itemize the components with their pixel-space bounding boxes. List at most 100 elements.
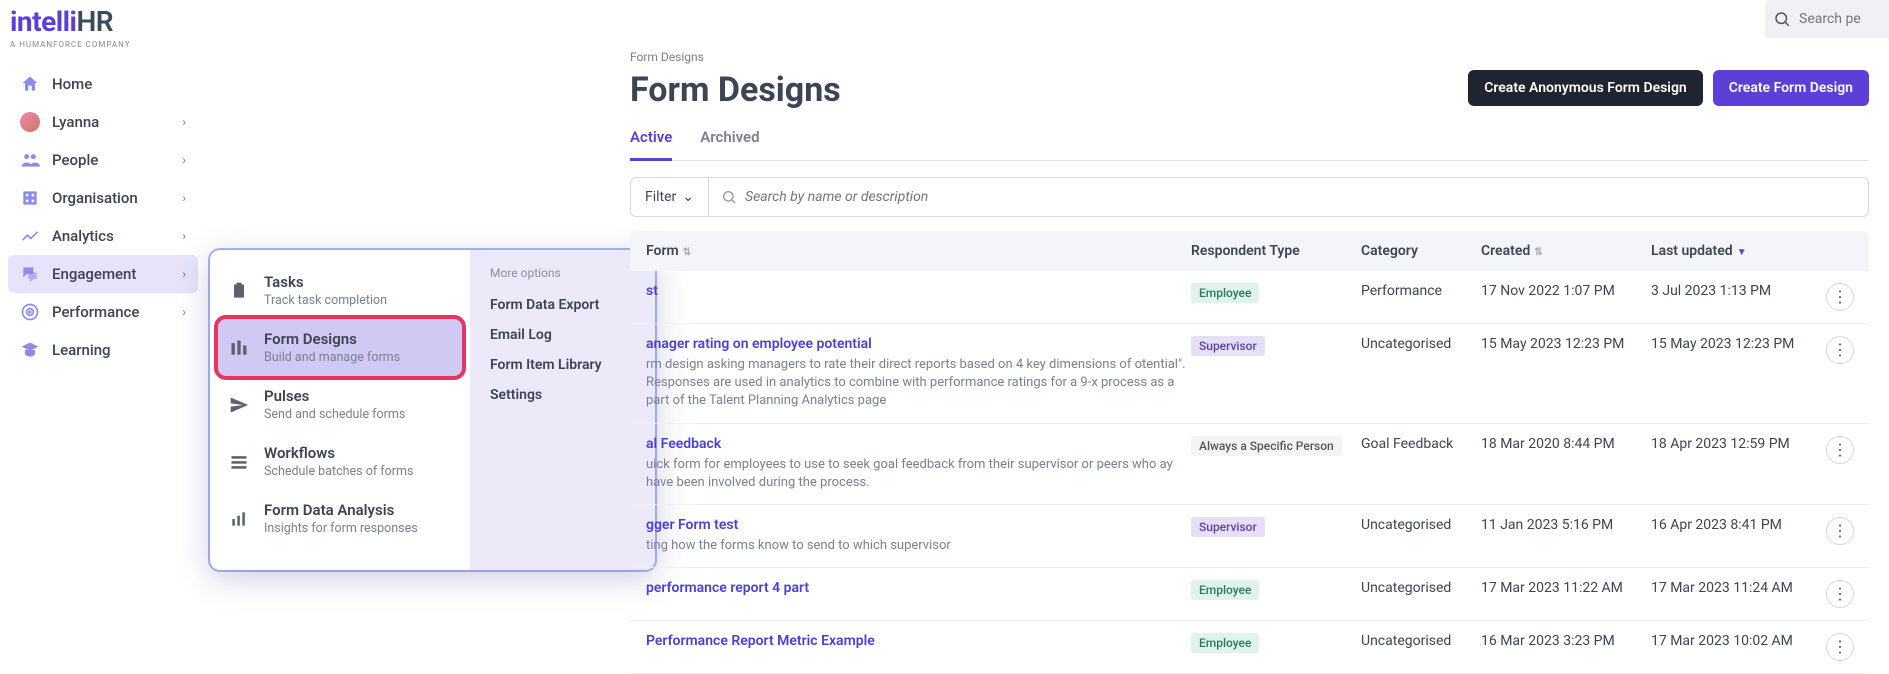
- workflow-icon: [228, 451, 250, 473]
- updated-cell: 18 Apr 2023 12:59 PM: [1651, 436, 1826, 452]
- respondent-badge: Employee: [1191, 283, 1259, 303]
- sidebar-item-performance[interactable]: Performance ›: [8, 293, 198, 331]
- send-icon: [228, 394, 250, 416]
- created-cell: 18 Mar 2020 8:44 PM: [1481, 436, 1651, 452]
- form-link[interactable]: anager rating on employee potential: [646, 336, 1191, 352]
- category-cell: Uncategorised: [1361, 633, 1481, 649]
- chevron-right-icon: ›: [182, 229, 186, 243]
- col-updated[interactable]: Last updated: [1651, 243, 1733, 259]
- row-actions-button[interactable]: ⋮: [1826, 336, 1854, 364]
- created-cell: 15 May 2023 12:23 PM: [1481, 336, 1651, 352]
- category-cell: Goal Feedback: [1361, 436, 1481, 452]
- flyout-link-form-data-export[interactable]: Form Data Export: [490, 290, 635, 320]
- engagement-flyout: TasksTrack task completionForm DesignsBu…: [210, 250, 655, 570]
- logo-suffix: HR: [76, 5, 113, 38]
- table-search-input[interactable]: [745, 189, 1856, 205]
- tabs: Active Archived: [630, 128, 1869, 161]
- logo[interactable]: intelliHR A HUMANFORCE COMPANY: [10, 8, 131, 49]
- form-table: Form⇅ Respondent Type Category Created⇅ …: [630, 231, 1869, 674]
- created-cell: 16 Mar 2023 3:23 PM: [1481, 633, 1651, 649]
- row-actions-button[interactable]: ⋮: [1826, 283, 1854, 311]
- chevron-right-icon: ›: [182, 267, 186, 281]
- respondent-badge: Employee: [1191, 633, 1259, 653]
- category-cell: Performance: [1361, 283, 1481, 299]
- updated-cell: 3 Jul 2023 1:13 PM: [1651, 283, 1826, 299]
- form-link[interactable]: al Feedback: [646, 436, 1191, 452]
- flyout-link-settings[interactable]: Settings: [490, 380, 635, 410]
- updated-cell: 16 Apr 2023 8:41 PM: [1651, 517, 1826, 533]
- sidebar-item-label: Lyanna: [52, 113, 99, 131]
- col-created[interactable]: Created: [1481, 243, 1530, 259]
- sidebar-item-label: Learning: [52, 341, 111, 359]
- logo-brand: intelli: [10, 5, 76, 38]
- flyout-item-tasks[interactable]: TasksTrack task completion: [210, 262, 470, 319]
- logo-tagline: A HUMANFORCE COMPANY: [10, 40, 131, 49]
- form-link[interactable]: gger Form test: [646, 517, 1191, 533]
- chevron-right-icon: ›: [182, 305, 186, 319]
- flyout-item-title: Pulses: [264, 387, 405, 405]
- chevron-right-icon: ›: [182, 153, 186, 167]
- search-icon: [721, 189, 737, 205]
- row-actions-button[interactable]: ⋮: [1826, 517, 1854, 545]
- col-respondent: Respondent Type: [1191, 243, 1361, 259]
- sidebar-item-engagement[interactable]: Engagement›: [8, 255, 198, 293]
- sidebar-item-label: Analytics: [52, 227, 114, 245]
- breadcrumb: Form Designs: [630, 50, 1869, 64]
- flyout-item-desc: Send and schedule forms: [264, 407, 405, 422]
- create-anonymous-button[interactable]: Create Anonymous Form Design: [1468, 70, 1703, 106]
- learning-icon: [20, 340, 40, 360]
- row-actions-button[interactable]: ⋮: [1826, 633, 1854, 661]
- global-search[interactable]: [1765, 0, 1889, 38]
- flyout-item-form-data-analysis[interactable]: Form Data AnalysisInsights for form resp…: [210, 490, 470, 547]
- table-row: gger Form test ting how the forms know to…: [630, 505, 1869, 568]
- flyout-item-desc: Track task completion: [264, 293, 387, 308]
- filter-label: Filter: [645, 189, 676, 205]
- org-icon: [20, 188, 40, 208]
- sidebar-item-analytics[interactable]: Analytics ›: [8, 217, 198, 255]
- sidebar-item-people[interactable]: People›: [8, 141, 198, 179]
- filter-bar: Filter ⌄: [630, 177, 1869, 217]
- table-row: Performance Report Metric ExampleEmploye…: [630, 621, 1869, 674]
- sidebar-item-label: Performance: [52, 303, 139, 321]
- tab-active[interactable]: Active: [630, 128, 672, 161]
- flyout-item-form-designs[interactable]: Form DesignsBuild and manage forms: [218, 319, 462, 376]
- flyout-link-email-log[interactable]: Email Log: [490, 320, 635, 350]
- flyout-link-form-item-library[interactable]: Form Item Library: [490, 350, 635, 380]
- flyout-item-workflows[interactable]: WorkflowsSchedule batches of forms: [210, 433, 470, 490]
- sidebar-item-label: Organisation: [52, 189, 138, 207]
- flyout-item-desc: Schedule batches of forms: [264, 464, 413, 479]
- sidebar-item-organisation[interactable]: Organisation ›: [8, 179, 198, 217]
- page-title: Form Designs: [630, 70, 841, 110]
- clipboard-icon: [228, 280, 250, 302]
- form-link[interactable]: performance report 4 part: [646, 580, 1191, 596]
- form-link[interactable]: st: [646, 283, 1191, 299]
- col-form[interactable]: Form: [646, 243, 679, 259]
- flyout-item-pulses[interactable]: Pulses Send and schedule forms: [210, 376, 470, 433]
- updated-cell: 17 Mar 2023 10:02 AM: [1651, 633, 1826, 649]
- updated-cell: 17 Mar 2023 11:24 AM: [1651, 580, 1826, 596]
- category-cell: Uncategorised: [1361, 517, 1481, 533]
- create-form-design-button[interactable]: Create Form Design: [1713, 70, 1869, 106]
- tab-archived[interactable]: Archived: [700, 128, 759, 161]
- form-description: rm design asking managers to rate their …: [646, 356, 1191, 411]
- sidebar-item-lyanna[interactable]: Lyanna›: [8, 103, 198, 141]
- form-link[interactable]: Performance Report Metric Example: [646, 633, 1191, 649]
- sort-icon: ⇅: [683, 247, 691, 258]
- chevron-down-icon: ⌄: [682, 189, 694, 205]
- created-cell: 17 Mar 2023 11:22 AM: [1481, 580, 1651, 596]
- filter-button[interactable]: Filter ⌄: [631, 178, 709, 216]
- sidebar-item-learning[interactable]: Learning: [8, 331, 198, 369]
- row-actions-button[interactable]: ⋮: [1826, 436, 1854, 464]
- sidebar-item-label: Home: [52, 75, 92, 93]
- category-cell: Uncategorised: [1361, 336, 1481, 352]
- created-cell: 11 Jan 2023 5:16 PM: [1481, 517, 1651, 533]
- table-header: Form⇅ Respondent Type Category Created⇅ …: [630, 231, 1869, 271]
- created-cell: 17 Nov 2022 1:07 PM: [1481, 283, 1651, 299]
- avatar-icon: [20, 112, 40, 132]
- global-search-input[interactable]: [1799, 11, 1889, 27]
- sidebar-item-home[interactable]: Home: [8, 65, 198, 103]
- row-actions-button[interactable]: ⋮: [1826, 580, 1854, 608]
- chevron-right-icon: ›: [182, 191, 186, 205]
- form-description: ting how the forms know to send to which…: [646, 537, 1191, 555]
- col-category: Category: [1361, 243, 1481, 259]
